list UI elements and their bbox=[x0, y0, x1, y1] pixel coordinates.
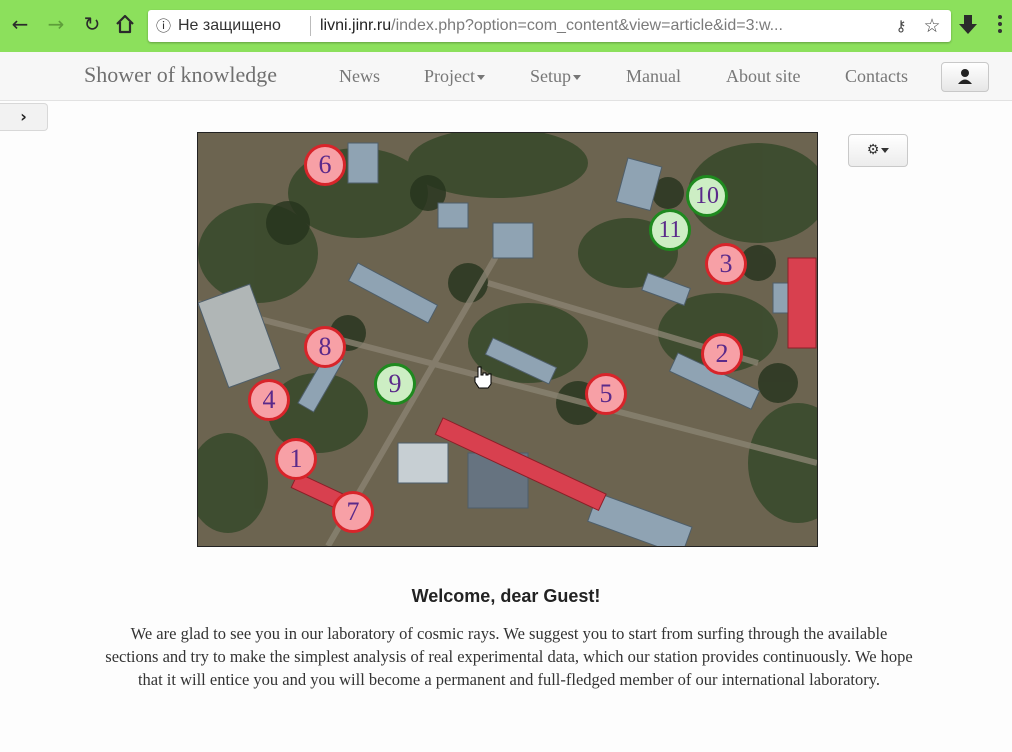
map-settings-button[interactable]: ⚙ bbox=[848, 134, 908, 167]
station-marker[interactable]: 1 bbox=[275, 438, 317, 480]
station-marker[interactable]: 9 bbox=[374, 363, 416, 405]
user-menu-button[interactable] bbox=[941, 62, 989, 92]
station-marker[interactable]: 4 bbox=[248, 379, 290, 421]
station-marker[interactable]: 3 bbox=[705, 243, 747, 285]
gear-icon: ⚙ bbox=[866, 142, 880, 158]
address-divider bbox=[310, 16, 311, 36]
station-marker[interactable]: 11 bbox=[649, 209, 691, 251]
site-brand[interactable]: Shower of knowledge bbox=[84, 62, 277, 88]
station-marker[interactable]: 6 bbox=[304, 144, 346, 186]
station-marker[interactable]: 7 bbox=[332, 491, 374, 533]
user-icon bbox=[958, 69, 972, 84]
station-map[interactable]: 1 2 3 4 5 6 7 8 9 10 11 bbox=[197, 132, 818, 547]
nav-news[interactable]: News bbox=[339, 66, 380, 87]
sidebar-toggle-button[interactable]: › bbox=[0, 103, 48, 131]
security-label[interactable]: Не защищено bbox=[178, 16, 281, 36]
download-icon[interactable] bbox=[956, 12, 980, 38]
nav-about-site[interactable]: About site bbox=[726, 66, 801, 87]
site-navbar: Shower of knowledge News Project Setup M… bbox=[0, 52, 1012, 101]
nav-project-label: Project bbox=[424, 66, 475, 86]
chevron-down-icon bbox=[477, 75, 485, 81]
key-icon[interactable]: ⚷ bbox=[891, 16, 911, 36]
reload-icon[interactable]: ↻ bbox=[80, 12, 104, 36]
home-icon[interactable] bbox=[113, 12, 137, 36]
station-marker[interactable]: 10 bbox=[686, 175, 728, 217]
nav-project[interactable]: Project bbox=[424, 66, 485, 87]
station-marker[interactable]: 5 bbox=[585, 373, 627, 415]
chevron-down-icon bbox=[573, 75, 582, 81]
chevron-right-icon: › bbox=[20, 107, 27, 126]
station-marker[interactable]: 8 bbox=[304, 326, 346, 368]
nav-contacts[interactable]: Contacts bbox=[845, 66, 908, 87]
menu-icon[interactable] bbox=[988, 12, 1012, 38]
nav-manual[interactable]: Manual bbox=[626, 66, 681, 87]
forward-icon[interactable]: → bbox=[44, 12, 68, 36]
chevron-down-icon bbox=[881, 147, 890, 153]
welcome-heading: Welcome, dear Guest! bbox=[411, 586, 601, 606]
info-icon[interactable]: ⓘ bbox=[156, 16, 176, 36]
address-bar[interactable]: ⓘ Не защищено livni.jinr.ru/index.php?op… bbox=[148, 10, 951, 42]
back-icon[interactable]: ← bbox=[8, 12, 32, 36]
url-host: livni.jinr.ru bbox=[320, 17, 392, 34]
intro-paragraph: We are glad to see you in our laboratory… bbox=[105, 624, 913, 689]
url-path: /index.php?option=com_content&view=artic… bbox=[391, 17, 783, 34]
browser-toolbar: ← → ↻ ⓘ Не защищено livni.jinr.ru/index.… bbox=[0, 0, 1012, 52]
station-marker[interactable]: 2 bbox=[701, 333, 743, 375]
star-icon[interactable]: ☆ bbox=[921, 15, 943, 37]
url-text[interactable]: livni.jinr.ru/index.php?option=com_conte… bbox=[320, 16, 860, 36]
nav-setup-label: Setup bbox=[530, 66, 572, 86]
nav-setup[interactable]: Setup bbox=[530, 66, 582, 87]
